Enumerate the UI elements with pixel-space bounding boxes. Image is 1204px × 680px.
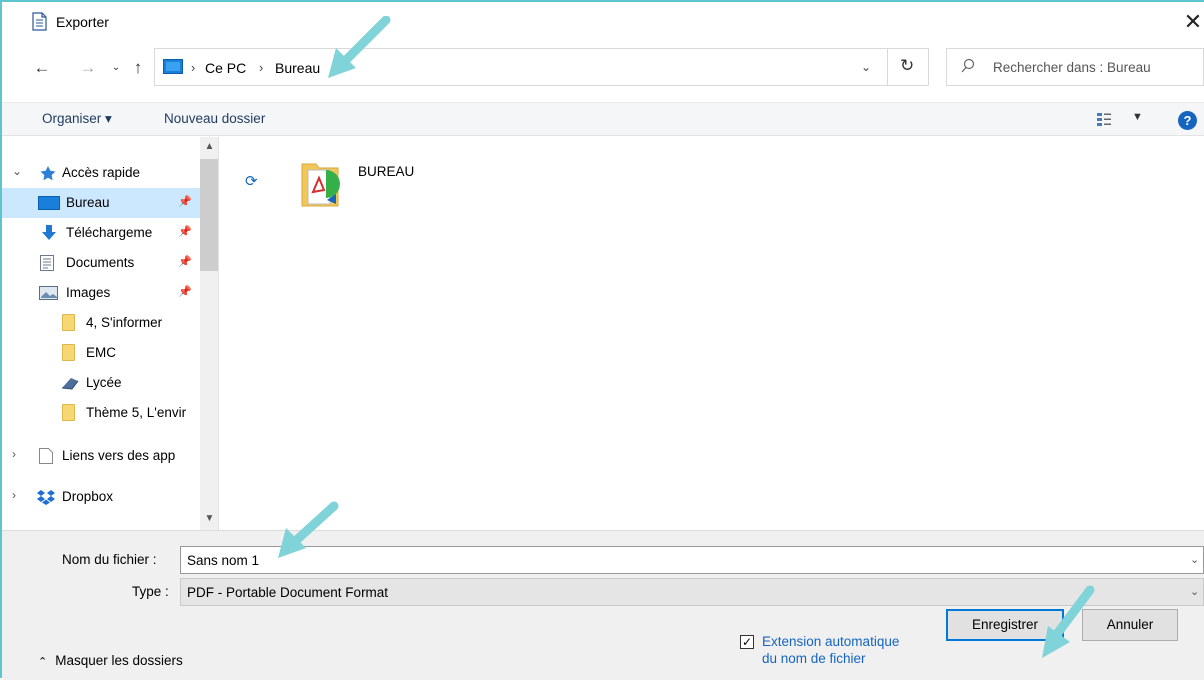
sidebar-item-documents[interactable]: Documents 📌 <box>2 248 200 278</box>
sidebar-item-label: Bureau <box>66 195 110 210</box>
chevron-down-icon[interactable]: ⌄ <box>12 164 22 178</box>
folder-icon <box>62 314 75 331</box>
chevron-down-icon[interactable]: ⌄ <box>1190 553 1199 566</box>
navigation-pane: ⌄ Accès rapide Bureau 📌 Téléchargeme 📌 D… <box>2 137 219 530</box>
sync-status-icon: ⟳ <box>245 173 258 190</box>
export-dialog: Exporter ✕ ← → ⌄ ↑ › Ce PC › Bureau ⌄ ↻ … <box>0 0 1204 680</box>
recent-chevron-icon[interactable]: ⌄ <box>106 58 126 78</box>
close-button[interactable]: ✕ <box>1181 8 1204 36</box>
sidebar-item-label: EMC <box>86 345 116 360</box>
pdf-folder-icon <box>301 163 340 207</box>
up-arrow-icon[interactable]: ↑ <box>128 58 148 78</box>
search-icon <box>961 58 975 73</box>
sidebar-item-dropbox[interactable]: › Dropbox <box>2 482 200 512</box>
pin-icon: 📌 <box>178 196 192 208</box>
file-type-value: PDF - Portable Document Format <box>187 585 389 600</box>
folder-icon <box>62 404 75 421</box>
sidebar-item-label: Images <box>66 285 111 300</box>
sidebar-item-label: Dropbox <box>62 489 114 504</box>
sidebar-item-label: 4, S'informer <box>86 315 163 330</box>
window-title: Exporter <box>56 14 109 30</box>
save-options-panel: Nom du fichier : ⌄ Type : PDF - Portable… <box>2 530 1204 680</box>
file-icon <box>39 448 53 464</box>
refresh-icon[interactable]: ↻ <box>900 56 914 76</box>
auto-extension-line2: du nom de fichier <box>762 651 866 666</box>
chevron-right-icon[interactable]: › <box>12 447 16 461</box>
documents-icon <box>40 255 54 271</box>
images-icon <box>39 286 58 300</box>
auto-extension-checkbox[interactable]: ✓ <box>740 635 754 649</box>
divider <box>887 49 888 85</box>
pin-icon: 📌 <box>178 286 192 298</box>
onedrive-icon <box>61 378 79 390</box>
organize-menu[interactable]: Organiser ▾ <box>42 111 112 127</box>
hide-folders-button[interactable]: ⌃ Masquer les dossiers <box>38 653 183 668</box>
sidebar-item-folder-theme5[interactable]: Thème 5, L'envir <box>2 398 200 428</box>
chevron-down-icon[interactable]: ⌄ <box>1190 585 1199 598</box>
pin-icon: 📌 <box>178 226 192 238</box>
sidebar-item-quick-access[interactable]: ⌄ Accès rapide <box>2 158 200 188</box>
cancel-button[interactable]: Annuler <box>1082 609 1178 641</box>
breadcrumb-separator-icon[interactable]: › <box>191 60 195 75</box>
document-icon <box>32 12 47 31</box>
sidebar-item-folder-emc[interactable]: EMC <box>2 338 200 368</box>
sidebar-item-label: Lycée <box>86 375 122 390</box>
type-label: Type : <box>132 584 169 599</box>
chevron-up-icon: ⌃ <box>38 656 48 668</box>
sidebar-item-folder-sinformer[interactable]: 4, S'informer <box>2 308 200 338</box>
breadcrumb-bureau[interactable]: Bureau <box>275 60 320 76</box>
file-list: ⟳ BUREAU <box>220 137 1204 530</box>
auto-extension-line1: Extension automatique <box>762 634 900 649</box>
desktop-icon <box>38 196 60 210</box>
address-bar[interactable]: › Ce PC › Bureau ⌄ ↻ <box>154 48 929 86</box>
filename-field[interactable] <box>180 546 1204 574</box>
sidebar-item-label: Téléchargeme <box>66 225 153 240</box>
save-button[interactable]: Enregistrer <box>946 609 1064 641</box>
file-type-select[interactable]: PDF - Portable Document Format <box>180 578 1204 606</box>
sidebar-item-label: Accès rapide <box>62 165 141 180</box>
sidebar-item-bureau[interactable]: Bureau 📌 <box>2 188 200 218</box>
file-name: BUREAU <box>358 164 415 179</box>
sidebar-item-label: Documents <box>66 255 135 270</box>
dropbox-icon <box>37 490 55 505</box>
search-input[interactable]: Rechercher dans : Bureau <box>993 60 1151 75</box>
file-item-bureau[interactable]: BUREAU <box>296 152 446 212</box>
star-icon <box>40 166 56 181</box>
folder-icon <box>62 344 75 361</box>
title-bar: Exporter ✕ <box>2 2 1204 42</box>
forward-arrow-icon[interactable]: → <box>78 58 98 78</box>
address-dropdown-icon[interactable]: ⌄ <box>861 60 871 74</box>
new-folder-button[interactable]: Nouveau dossier <box>164 111 265 126</box>
search-box[interactable]: Rechercher dans : Bureau <box>946 48 1204 86</box>
sidebar-item-lycee[interactable]: Lycée <box>2 368 200 398</box>
view-dropdown-icon[interactable]: ▼ <box>1132 111 1143 123</box>
sidebar-item-images[interactable]: Images 📌 <box>2 278 200 308</box>
sidebar-item-app-links[interactable]: › Liens vers des app <box>2 441 200 471</box>
breadcrumb-this-pc[interactable]: Ce PC <box>205 60 246 76</box>
hide-folders-label: Masquer les dossiers <box>55 653 183 668</box>
auto-extension-label[interactable]: Extension automatique du nom de fichier <box>762 633 899 667</box>
download-icon <box>42 225 56 240</box>
back-arrow-icon[interactable]: ← <box>32 58 52 78</box>
sidebar-item-label: Thème 5, L'envir <box>86 405 187 420</box>
scrollbar-thumb[interactable] <box>200 159 218 271</box>
chevron-right-icon[interactable]: › <box>12 488 16 502</box>
view-options-icon[interactable] <box>1096 112 1112 128</box>
sidebar-item-downloads[interactable]: Téléchargeme 📌 <box>2 218 200 248</box>
help-icon[interactable]: ? <box>1178 111 1197 130</box>
scroll-down-icon[interactable]: ▼ <box>200 513 218 530</box>
scroll-up-icon[interactable]: ▲ <box>200 141 218 159</box>
sidebar-item-label: Liens vers des app <box>62 448 176 463</box>
computer-icon <box>163 59 183 74</box>
pin-icon: 📌 <box>178 256 192 268</box>
command-bar: Organiser ▾ Nouveau dossier ▼ ? <box>2 102 1204 136</box>
filename-label: Nom du fichier : <box>62 552 157 567</box>
breadcrumb-separator-icon[interactable]: › <box>259 60 263 75</box>
